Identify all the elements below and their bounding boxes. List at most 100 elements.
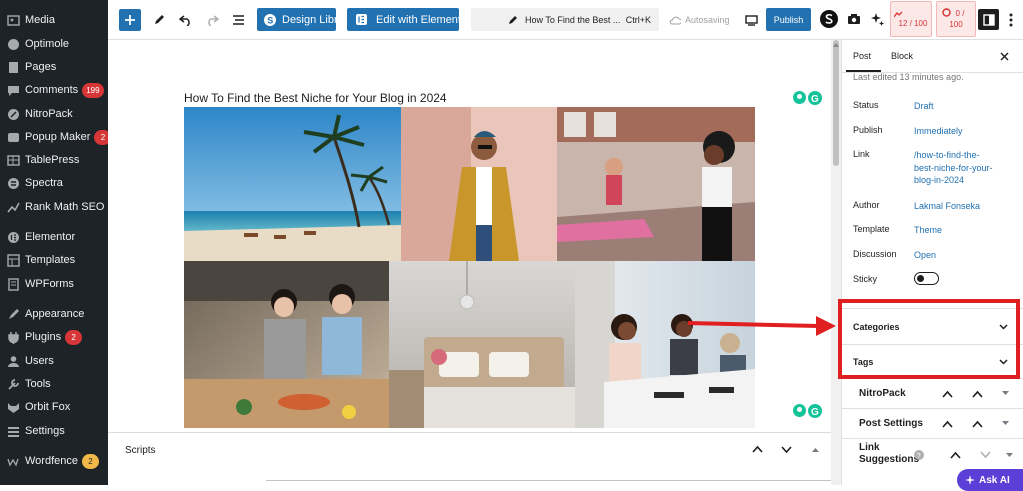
sidebar-item-rank-math[interactable]: Rank Math SEO [0,196,108,218]
office-meeting-photo [575,261,755,428]
sidebar-item-plugins[interactable]: Plugins 2 [0,326,108,348]
sidebar-item-label: Plugins [25,331,62,343]
sidebar-item-templates[interactable]: Templates [0,249,108,271]
readability-score-badge[interactable]: 0 / 100 [936,1,976,37]
rank-math-score-badge[interactable]: 12 / 100 [890,1,932,37]
move-up-button[interactable] [752,445,763,453]
move-up-button[interactable] [950,451,961,459]
redo-button[interactable] [201,9,223,31]
template-value[interactable]: Theme [914,224,1009,236]
author-value[interactable]: Lakmal Fonseka [914,200,1009,212]
author-label: Author [853,200,880,210]
collapse-toggle-button[interactable] [1002,391,1009,396]
sidebar-item-tablepress[interactable]: TablePress [0,149,108,171]
tools-pen-button[interactable] [148,9,170,31]
post-settings-metabox[interactable]: Post Settings [842,408,1023,438]
sidebar-item-nitropack[interactable]: NitroPack [0,103,108,125]
nitropack-metabox[interactable]: NitroPack [842,378,1023,408]
sidebar-item-media[interactable]: Media [0,9,108,31]
help-icon[interactable]: ? [914,450,924,460]
sidebar-item-wpforms[interactable]: WPForms [0,273,108,295]
tags-panel-toggle[interactable]: Tags [842,344,1023,378]
document-title: How To Find the Best ... [525,14,621,25]
move-down-button[interactable] [972,390,983,398]
sidebar-item-appearance[interactable]: Appearance [0,303,108,325]
sidebar-item-popup-maker[interactable]: Popup Maker 2 [0,126,112,148]
sticky-toggle[interactable] [914,272,939,285]
design-library-button[interactable]: S Design Library [257,8,336,31]
readability-score-top: 0 / [955,9,965,18]
link-suggestions-metabox[interactable]: Link Suggestions ? [842,438,1023,470]
sidebar-item-elementor[interactable]: Elementor [0,226,108,248]
undo-icon [178,14,192,26]
sidebar-item-spectra[interactable]: Spectra [0,172,108,194]
comments-count-badge: 199 [82,82,104,98]
options-menu-button[interactable] [1004,9,1018,31]
edit-with-elementor-button[interactable]: Edit with Elementor [347,8,471,31]
preview-button[interactable] [740,9,762,31]
publish-button[interactable]: Publish [766,8,811,31]
sidebar-item-label: Pages [25,61,57,73]
tab-post[interactable]: Post [853,51,871,61]
sidebar-item-label: NitroPack [25,108,73,120]
collapse-toggle-button[interactable] [1006,453,1013,458]
categories-panel-toggle[interactable]: Categories [842,308,1023,344]
sidebar-item-orbit-fox[interactable]: Orbit Fox [0,396,108,418]
cloud-icon [669,16,681,25]
close-icon [1000,52,1009,61]
scripts-metabox-title: Scripts [125,445,156,456]
templates-icon [6,253,20,267]
tab-block[interactable]: Block [891,51,913,61]
sidebar-item-label: Templates [25,254,76,266]
settings-sidebar-toggle[interactable] [978,9,999,30]
link-suggestions-line-2: Suggestions [859,454,920,465]
sidebar-item-pages[interactable]: Pages [0,56,108,78]
sidebar-item-label: Rank Math SEO [25,201,105,213]
permalink-value[interactable]: /how-to-find-the- best-niche-for-your- b… [914,149,1009,187]
sidebar-item-comments[interactable]: Comments 199 [0,79,108,101]
canvas-scrollbar-thumb[interactable] [833,40,839,166]
scripts-metabox: Scripts [108,432,831,485]
ai-sparkle-button[interactable] [867,9,887,29]
popup-maker-icon [6,130,20,144]
sidebar-item-tools[interactable]: Tools [0,373,108,395]
tab-block-label: Block [891,51,914,61]
fitness-class-photo [557,107,755,261]
redo-icon [206,14,219,26]
status-value[interactable]: Draft [914,100,1009,112]
sidebar-item-wordfence[interactable]: Wordfence 2 [0,450,108,472]
camera-button[interactable] [844,9,864,29]
spectra-logo-icon: S [264,13,276,26]
move-up-button[interactable] [942,420,953,428]
move-up-button[interactable] [942,390,953,398]
elementor-logo-icon [356,14,367,25]
nitropack-icon [6,107,20,121]
undo-button[interactable] [174,9,196,31]
image-gallery[interactable] [184,107,755,428]
document-overview-button[interactable] [227,9,249,31]
close-sidebar-button[interactable] [1000,52,1009,61]
scroll-up-arrow[interactable] [833,42,839,47]
grammarly-bottom-widget[interactable]: G [793,404,822,418]
status-row: Status Draft [853,100,1009,112]
sparkle-icon [870,12,885,27]
grammarly-top-widget[interactable]: G [793,91,822,105]
spectra-settings-button[interactable] [819,9,839,29]
move-down-button[interactable] [972,420,983,428]
document-bar[interactable]: How To Find the Best ... Ctrl+K [471,8,659,31]
move-down-button[interactable] [980,451,991,459]
add-block-button[interactable] [119,9,141,31]
move-down-button[interactable] [781,446,792,454]
collapse-toggle-button[interactable] [1002,421,1009,426]
svg-text:S: S [267,15,273,25]
sidebar-item-label: Appearance [25,308,85,320]
collapse-toggle-button[interactable] [812,447,819,452]
sidebar-item-users[interactable]: Users [0,350,108,372]
sidebar-item-settings[interactable]: Settings [0,420,108,442]
discussion-value[interactable]: Open [914,249,1009,261]
ask-ai-button[interactable]: Ask AI [957,469,1023,491]
publish-date-value[interactable]: Immediately [914,125,1009,137]
rank-math-icon [6,200,20,214]
sidebar-item-optimole[interactable]: Optimole [0,33,108,55]
post-title[interactable]: How To Find the Best Niche for Your Blog… [184,91,447,105]
